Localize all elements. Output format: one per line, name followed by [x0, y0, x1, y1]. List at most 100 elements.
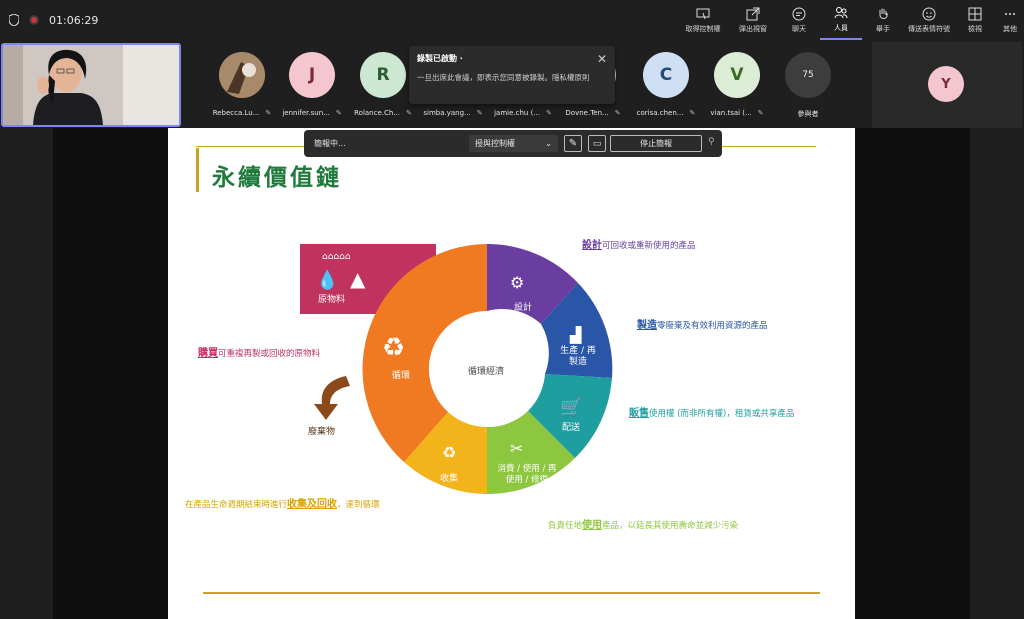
- recording-indicator-icon: [29, 15, 39, 25]
- caption-collect: 在產品生命週期結束時進行收集及回收，達到循環: [185, 495, 380, 510]
- caption-collect-pre: 在產品生命週期結束時進行: [185, 500, 288, 510]
- participant-count: 75: [802, 70, 814, 80]
- segment-label-raw-material: 原物料: [318, 295, 346, 305]
- shield-icon: [9, 14, 19, 26]
- caption-use-pre: 負責任地: [548, 521, 583, 531]
- avatar: [219, 52, 265, 98]
- participant-tile[interactable]: V vian.tsai (... ✎: [701, 52, 773, 117]
- mic-off-icon: ✎: [614, 109, 621, 117]
- pen-icon: ✎: [568, 138, 578, 149]
- caption-sell-text: 使用權 (而非所有權)，租賃或共享產品: [649, 409, 795, 419]
- give-control-label: 授與控制權: [475, 139, 515, 148]
- tree-icon: ▲: [350, 267, 366, 291]
- avatar-initial: V: [730, 65, 744, 85]
- caption-use-key: 使用: [582, 520, 603, 531]
- caption-sell: 販售使用權 (而非所有權)，租賃或共享產品: [629, 404, 794, 419]
- presenter-toolbar: 簡報中... 授與控制權 ⌄ ✎ ▭ 停止簡報 ⚲: [304, 130, 722, 157]
- presentation-slide: 永續價值鏈 ⌂⌂⌂⌂⌂ 💧 ▲ ⚙ ▟ 🛒 ✂ ♻ ♻ 原物料 設計 生產 / …: [168, 128, 855, 619]
- chat-button[interactable]: 聊天: [778, 0, 820, 40]
- participant-name: Dovne.Ten...: [565, 109, 609, 117]
- meeting-top-bar: 01:06:29 取得控制權 彈出視窗 聊天 人員 舉手 傳送表情符號 檢視 其…: [0, 0, 1024, 40]
- chat-label: 聊天: [792, 24, 806, 33]
- screen-share-icon: ▭: [592, 138, 602, 149]
- stop-presenting-button[interactable]: 停止簡報: [610, 135, 702, 152]
- mic-off-icon: ✎: [265, 109, 272, 117]
- more-button[interactable]: 其他: [996, 0, 1024, 40]
- caption-design: 設計可回收或重新使用的產品: [582, 236, 696, 251]
- mic-off-icon: ✎: [546, 109, 552, 117]
- chat-icon: [792, 7, 806, 20]
- raise-hand-label: 舉手: [876, 24, 890, 33]
- participant-name: simba.yang...: [423, 109, 471, 117]
- pin-icon[interactable]: ⚲: [708, 137, 715, 147]
- tools-icon: ✂: [510, 439, 523, 458]
- send-emoji-label: 傳送表情符號: [908, 24, 950, 33]
- segment-label-production: 生產 / 再製造: [560, 346, 596, 367]
- circular-economy-diagram: ⌂⌂⌂⌂⌂ 💧 ▲ ⚙ ▟ 🛒 ✂ ♻ ♻: [300, 243, 613, 495]
- participant-name: jamie.chu (...: [494, 109, 540, 117]
- more-participants-button[interactable]: 75 參與者: [772, 52, 844, 119]
- water-drop-icon: 💧: [316, 269, 338, 291]
- close-icon[interactable]: ✕: [597, 52, 607, 66]
- presenting-status: 簡報中...: [314, 139, 346, 148]
- caption-manufacture-text: 零廢棄及有效利用資源的產品: [657, 321, 768, 331]
- center-label: 循環經濟: [468, 367, 505, 377]
- caption-manufacture-key: 製造: [637, 320, 657, 331]
- participant-tile[interactable]: C corisa.chen... ✎: [630, 52, 702, 117]
- participant-tile[interactable]: J jennifer.sun... ✎: [276, 52, 348, 117]
- participant-tile-y[interactable]: Y: [872, 42, 1022, 128]
- take-control-label: 取得控制權: [685, 24, 721, 33]
- take-control-button[interactable]: 取得控制權: [678, 0, 728, 40]
- participant-name: Rolance.Ch...: [354, 109, 400, 117]
- factory-row-icon: ⌂⌂⌂⌂⌂: [322, 252, 351, 262]
- raise-hand-button[interactable]: 舉手: [862, 0, 904, 40]
- caption-collect-text: ，達到循環: [337, 500, 380, 510]
- mic-off-icon: ✎: [689, 109, 696, 117]
- avatar: Y: [928, 66, 964, 102]
- caption-manufacture: 製造零廢棄及有效利用資源的產品: [637, 316, 768, 331]
- mic-off-icon: ✎: [476, 109, 483, 117]
- participant-name: corisa.chen...: [636, 109, 684, 117]
- participant-tile[interactable]: Rebecca.Lu... ✎: [206, 52, 278, 117]
- recycle-icon: ♻: [382, 333, 405, 363]
- people-button[interactable]: 人員: [820, 0, 862, 40]
- recording-notification-title: 錄製已啟動 ·: [417, 54, 463, 63]
- send-emoji-button[interactable]: 傳送表情符號: [904, 0, 954, 40]
- segment-label-distribution: 配送: [562, 423, 581, 433]
- view-label: 檢視: [968, 24, 982, 33]
- participant-name: vian.tsai (...: [710, 109, 752, 117]
- segment-label-waste: 廢棄物: [308, 427, 336, 437]
- waste-arrow-icon: [314, 376, 350, 420]
- caption-collect-key: 收集及回收: [287, 499, 338, 510]
- mic-off-icon: ✎: [335, 109, 342, 117]
- caption-design-key: 設計: [582, 240, 602, 251]
- caption-use-text: 產品，以延長其使用壽命並減少污染: [602, 521, 739, 531]
- view-icon: [968, 7, 982, 20]
- self-video-tile[interactable]: [1, 43, 181, 127]
- cart-icon: 🛒: [560, 396, 582, 418]
- pop-out-button[interactable]: 彈出視窗: [728, 0, 778, 40]
- stop-presenting-label: 停止簡報: [640, 139, 672, 148]
- emoji-icon: [922, 7, 936, 20]
- pop-out-label: 彈出視窗: [739, 24, 767, 33]
- give-control-dropdown[interactable]: 授與控制權 ⌄: [469, 135, 558, 152]
- mic-off-icon: ✎: [406, 109, 412, 117]
- avatar-initial: R: [376, 65, 390, 85]
- avatar: V: [714, 52, 760, 98]
- avatar-photo: [219, 52, 265, 98]
- raise-hand-icon: [879, 8, 888, 19]
- avatar-initial: J: [308, 65, 316, 85]
- annotate-button[interactable]: ✎: [564, 135, 582, 152]
- participant-count-badge: 75: [785, 52, 831, 98]
- participant-name: jennifer.sun...: [282, 109, 330, 117]
- include-audio-button[interactable]: ▭: [588, 135, 606, 152]
- avatar-initial: Y: [941, 76, 951, 92]
- mic-off-icon: ✎: [757, 109, 764, 117]
- caption-design-text: 可回收或重新使用的產品: [602, 241, 696, 251]
- participant-name: Rebecca.Lu...: [212, 109, 260, 117]
- view-button[interactable]: 檢視: [954, 0, 996, 40]
- recording-notification: 錄製已啟動 · 一旦出席此會議，即表示您同意被錄製。隱私權原則 ✕: [409, 46, 615, 104]
- segment-label-recycle: 循環: [392, 371, 411, 381]
- avatar: C: [643, 52, 689, 98]
- caption-use: 負責任地使用產品，以延長其使用壽命並減少污染: [548, 516, 738, 531]
